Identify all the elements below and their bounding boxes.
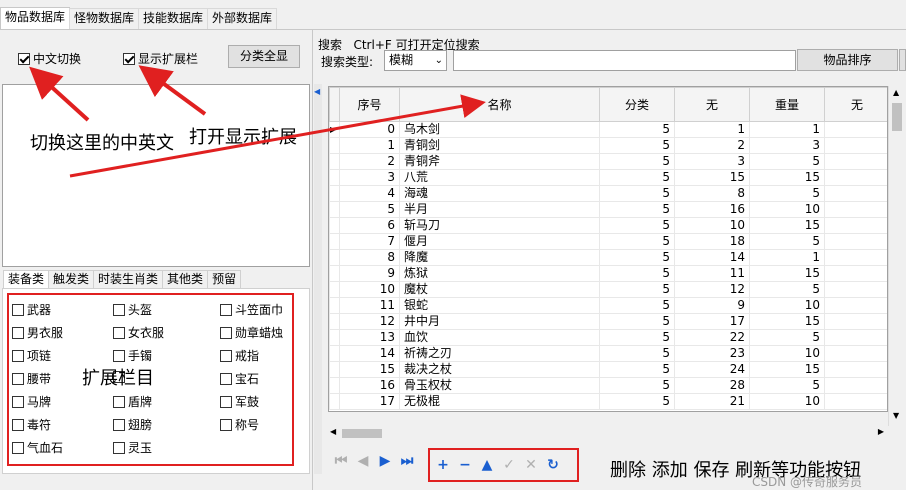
annotation-arrows <box>29 65 486 178</box>
arrow-to-name-column <box>69 94 486 178</box>
arrow-to-extension <box>138 65 207 116</box>
arrow-to-toggle <box>29 66 90 122</box>
